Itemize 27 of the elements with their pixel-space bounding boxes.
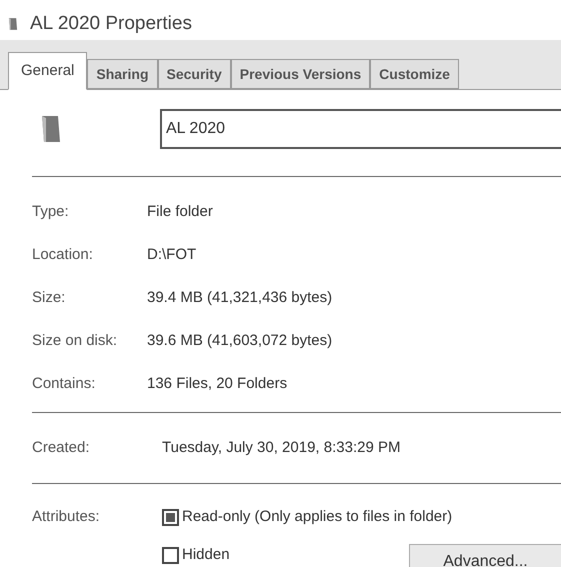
field-label: Location: xyxy=(32,245,94,266)
field-label: Contains: xyxy=(32,374,96,394)
field-value: 136 Files, 20 Folders xyxy=(147,374,288,394)
field-label: Type: xyxy=(32,202,70,222)
tab[interactable]: Customize xyxy=(370,59,459,89)
field-label: Size on disk: xyxy=(32,331,118,352)
tab[interactable]: Sharing xyxy=(87,59,158,89)
field-value: File folder xyxy=(147,202,213,222)
checkbox[interactable] xyxy=(162,546,179,564)
field-value: Tuesday, July 30, 2019, 8:33:29 PM xyxy=(162,438,400,458)
tab[interactable]: General xyxy=(8,52,88,90)
advanced-button[interactable]: Advanced... xyxy=(409,544,561,567)
tab[interactable]: Security xyxy=(158,59,231,89)
folder-icon xyxy=(8,17,18,31)
checkbox-label: Hidden xyxy=(182,544,230,565)
field-value: 39.6 MB (41,603,072 bytes) xyxy=(147,331,332,352)
field-label: Size: xyxy=(32,288,66,308)
name-field[interactable]: AL 2020 xyxy=(160,109,561,149)
folder-icon xyxy=(40,114,62,144)
checkbox-label: Read-only (Only applies to files in folder) xyxy=(182,506,452,527)
field-label: Attributes: xyxy=(32,507,101,527)
field-label: Created: xyxy=(32,438,91,458)
tab[interactable]: Previous Versions xyxy=(230,59,370,89)
field-value: D:\FOT xyxy=(147,245,196,266)
checkbox[interactable] xyxy=(162,508,179,526)
window-title: AL 2020 Properties xyxy=(30,12,192,36)
field-value: 39.4 MB (41,321,436 bytes) xyxy=(147,288,332,308)
